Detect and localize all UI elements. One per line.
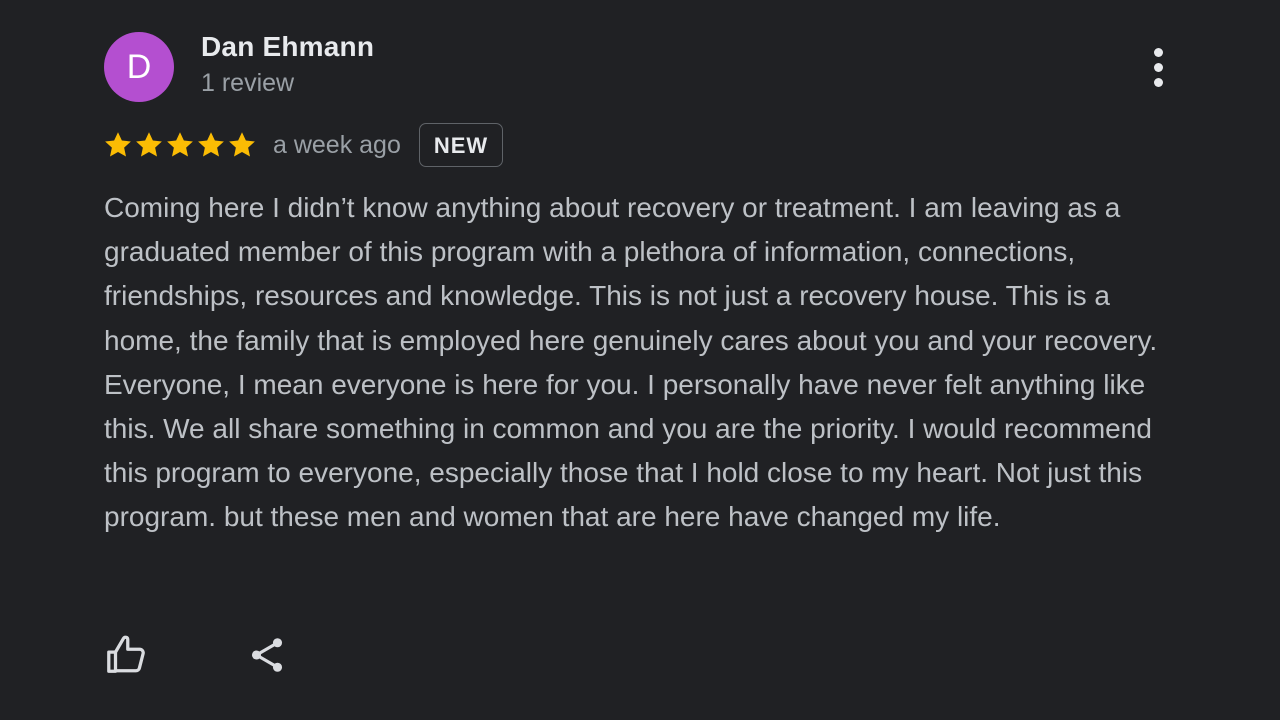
more-vert-icon-dot xyxy=(1153,62,1163,72)
author-name[interactable]: Dan Ehmann xyxy=(201,31,374,63)
review-time: a week ago xyxy=(273,130,401,159)
star-icon xyxy=(134,130,164,160)
more-vert-icon xyxy=(1153,47,1163,57)
review-card: D Dan Ehmann 1 review a week ago NEW Com… xyxy=(0,0,1280,720)
new-badge: NEW xyxy=(418,123,504,167)
star-icon xyxy=(227,130,257,160)
author-review-count: 1 review xyxy=(201,69,295,97)
more-options-button[interactable] xyxy=(1138,44,1178,90)
avatar[interactable]: D xyxy=(104,32,174,102)
share-button[interactable] xyxy=(246,634,288,676)
share-icon xyxy=(251,638,283,672)
review-text: Coming here I didn’t know anything about… xyxy=(104,192,1158,533)
like-button[interactable] xyxy=(104,632,150,678)
more-vert-icon-dot xyxy=(1153,77,1163,87)
rating-row: a week ago NEW xyxy=(103,121,504,169)
thumbs-up-icon xyxy=(107,635,145,673)
avatar-letter: D xyxy=(126,48,152,86)
star-icon xyxy=(103,130,133,160)
star-icon xyxy=(165,130,195,160)
star-rating xyxy=(103,130,257,160)
star-icon xyxy=(196,130,226,160)
